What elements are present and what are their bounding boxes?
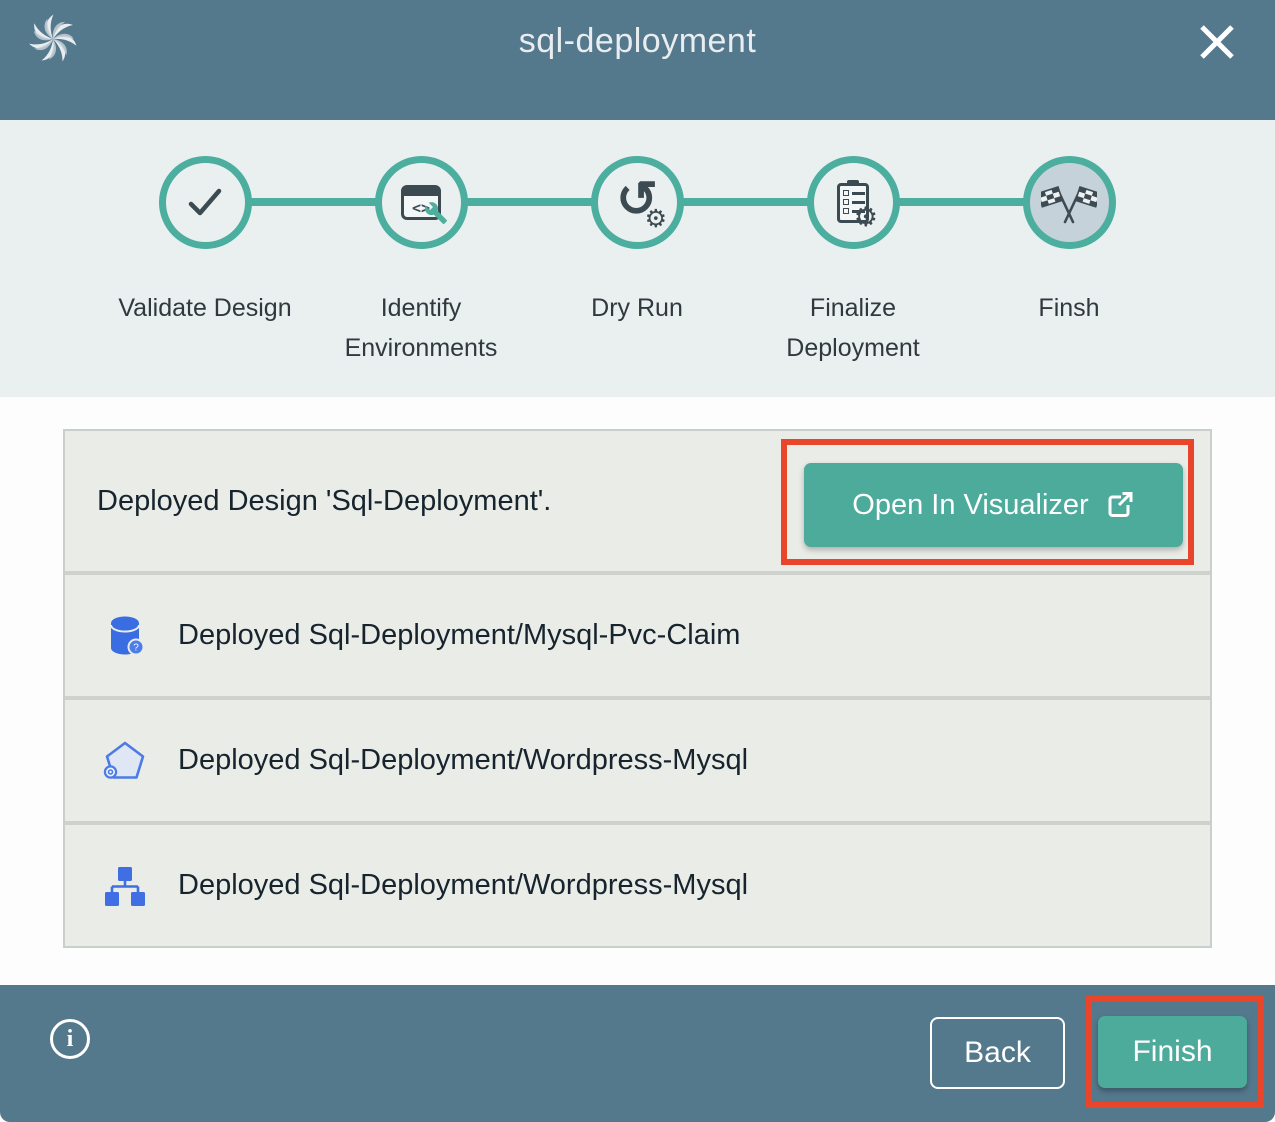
step-label: Identify Environments xyxy=(331,288,511,368)
finish-button[interactable]: Finish xyxy=(1098,1016,1247,1088)
deployment-wizard-dialog: sql-deployment Validate Design xyxy=(0,0,1275,1122)
deployed-design-message: Deployed Design 'Sql-Deployment'. xyxy=(97,431,551,571)
checkered-flags-icon xyxy=(1041,174,1097,230)
code-wrench-icon: <> xyxy=(395,176,447,228)
pentagon-icon xyxy=(102,738,148,784)
step-circle-active xyxy=(1023,156,1116,249)
step-circle: <> xyxy=(375,156,468,249)
highlight-box-visualizer: Open In Visualizer xyxy=(781,439,1194,565)
info-glyph: i xyxy=(67,1026,74,1052)
open-in-visualizer-button[interactable]: Open In Visualizer xyxy=(804,463,1183,547)
deployed-design-row: Deployed Design 'Sql-Deployment'. Open I… xyxy=(65,431,1210,571)
step-circle: ⚙ xyxy=(807,156,900,249)
results-list: Deployed Design 'Sql-Deployment'. Open I… xyxy=(63,429,1212,948)
close-icon xyxy=(1191,16,1243,68)
database-icon: ? xyxy=(102,613,148,659)
deployed-item-text: Deployed Sql-Deployment/Wordpress-Mysql xyxy=(178,744,748,777)
dialog-header: sql-deployment xyxy=(0,0,1275,120)
step-label: Validate Design xyxy=(115,288,295,328)
dialog-footer: i Back Finish xyxy=(0,985,1275,1122)
check-icon xyxy=(179,176,231,228)
deployed-item-text: Deployed Sql-Deployment/Wordpress-Mysql xyxy=(178,869,748,902)
step-circle: ↺ ⚙ xyxy=(591,156,684,249)
hierarchy-icon xyxy=(102,863,148,909)
back-button[interactable]: Back xyxy=(930,1017,1065,1089)
external-link-icon xyxy=(1105,490,1135,520)
step-identify-environments: <> Identify Environments xyxy=(313,120,529,397)
deployed-item-row: Deployed Sql-Deployment/Wordpress-Mysql xyxy=(65,825,1210,946)
step-finish: Finsh xyxy=(961,120,1177,397)
step-label: Dry Run xyxy=(547,288,727,328)
step-label: Finalize Deployment xyxy=(763,288,943,368)
step-label: Finsh xyxy=(979,288,1159,328)
wizard-stepper: Validate Design <> Identify xyxy=(0,120,1275,397)
wrench-icon xyxy=(424,201,448,225)
highlight-box-finish: Finish xyxy=(1086,996,1264,1108)
step-circle xyxy=(159,156,252,249)
close-button[interactable] xyxy=(1191,16,1243,68)
info-icon[interactable]: i xyxy=(50,1019,90,1059)
step-finalize-deployment: ⚙ Finalize Deployment xyxy=(745,120,961,397)
deployed-item-row: Deployed Sql-Deployment/Wordpress-Mysql xyxy=(65,700,1210,821)
dialog-title: sql-deployment xyxy=(0,22,1275,61)
clipboard-gear-icon: ⚙ xyxy=(827,176,879,228)
results-area: Deployed Design 'Sql-Deployment'. Open I… xyxy=(0,397,1275,985)
svg-text:?: ? xyxy=(133,642,139,653)
open-in-visualizer-label: Open In Visualizer xyxy=(852,489,1088,522)
step-dry-run: ↺ ⚙ Dry Run xyxy=(529,120,745,397)
sync-gear-icon: ↺ ⚙ xyxy=(611,176,663,228)
deployed-item-row: ? Deployed Sql-Deployment/Mysql-Pvc-Clai… xyxy=(65,575,1210,696)
step-validate-design: Validate Design xyxy=(97,120,313,397)
deployed-item-text: Deployed Sql-Deployment/Mysql-Pvc-Claim xyxy=(178,619,740,652)
